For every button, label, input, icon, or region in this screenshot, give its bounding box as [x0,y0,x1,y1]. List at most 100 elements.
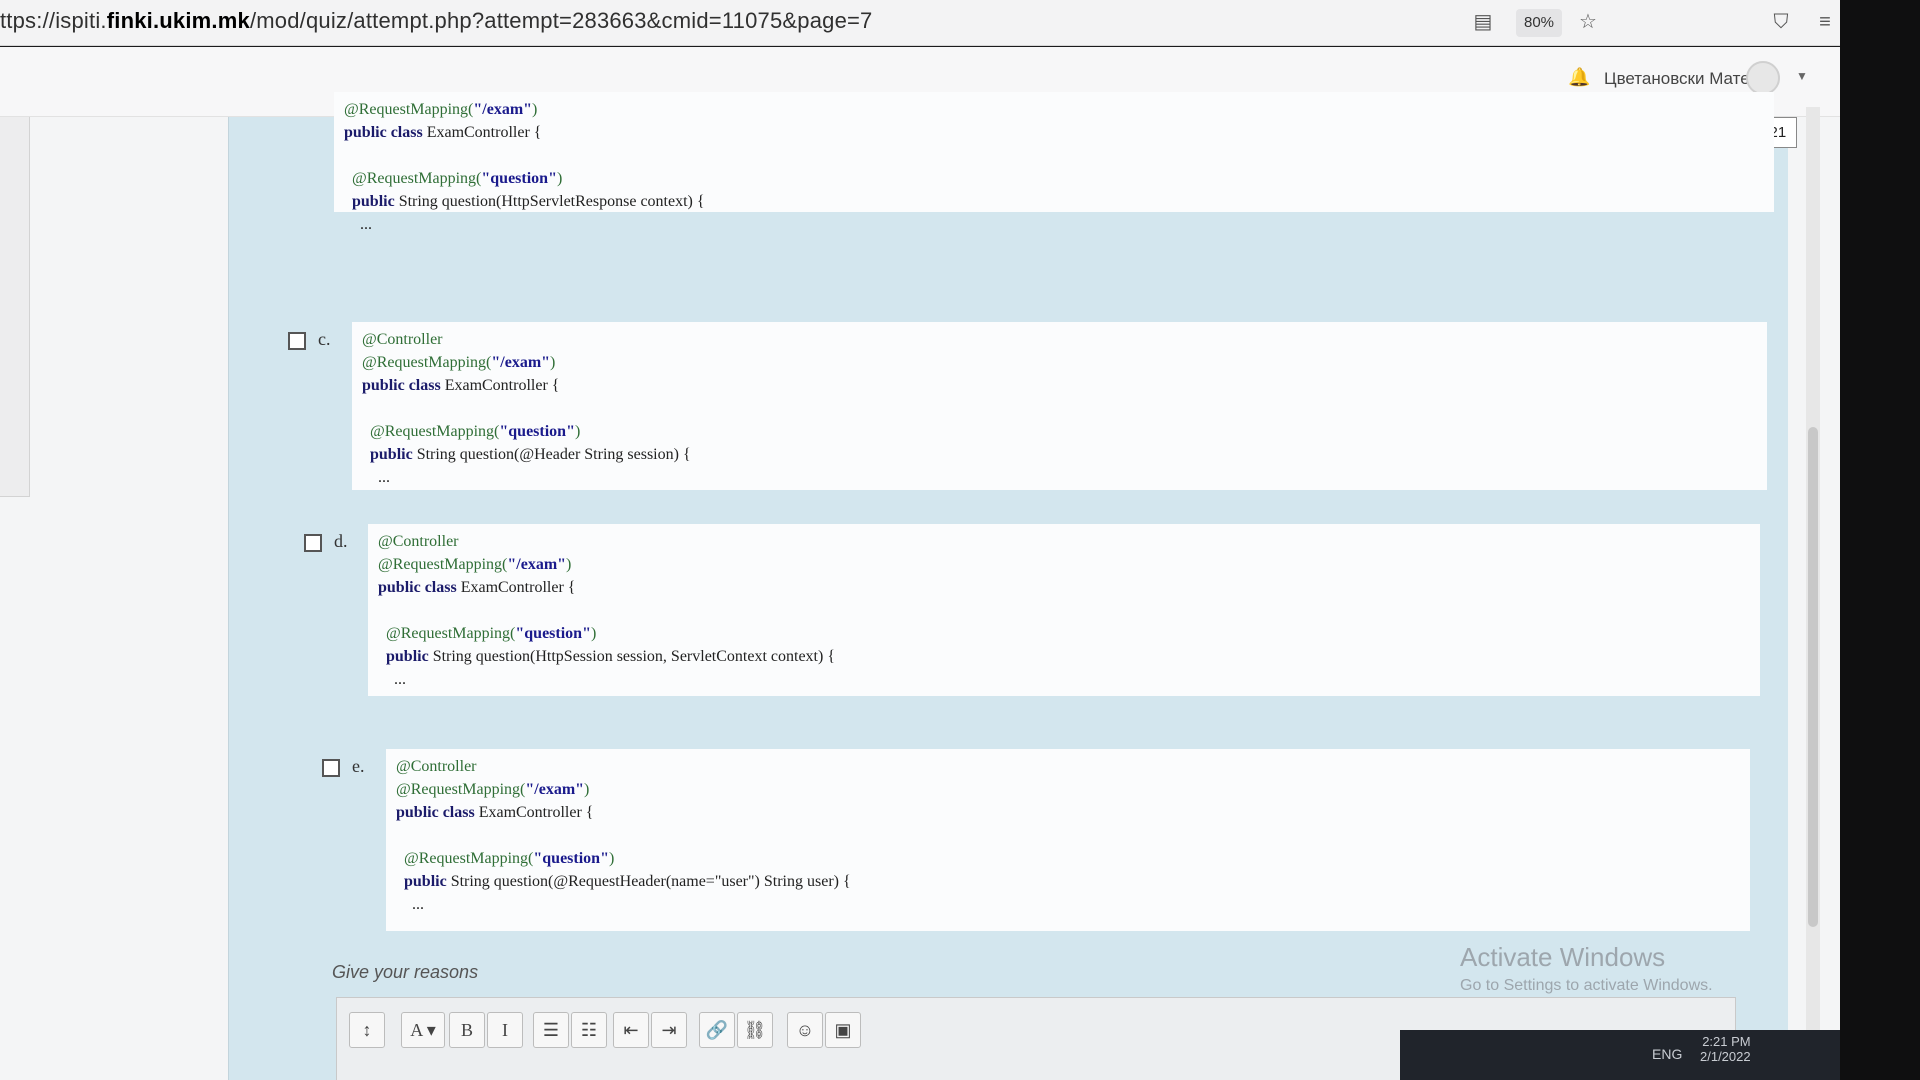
option-e-checkbox[interactable] [322,759,340,777]
code-token: ) [584,781,590,798]
code-line: public String question(@RequestHeader(na… [396,870,1740,893]
menu-icon[interactable]: ≡ [1812,9,1838,35]
code-token: "/exam" [525,781,585,798]
activate-windows-watermark: Activate Windows Go to Settings to activ… [1460,942,1713,995]
url-path: /mod/quiz/attempt.php?attempt=283663&cmi… [249,8,873,33]
code-line: public String question(@Header String se… [362,443,1757,466]
code-token: @RequestMapping( [378,556,508,573]
code-token: ... [362,469,390,486]
code-token: String question(HttpSession session, Ser… [432,648,836,665]
code-token: String question(HttpServletResponse cont… [398,193,705,210]
code-token: @RequestMapping( [396,781,526,798]
code-token: ExamController { [460,579,576,596]
reasons-label: Give your reasons [332,962,479,982]
zoom-indicator[interactable]: 80% [1516,9,1563,37]
code-line: @RequestMapping("question") [362,420,1757,443]
language-indicator[interactable]: ENG [1652,1046,1682,1062]
unordered-list-button[interactable]: ☰ [533,1012,569,1048]
code-token: @Controller [396,758,477,775]
link-button[interactable]: 🔗 [699,1012,735,1048]
code-token: @RequestMapping( [362,423,500,440]
option-b-code: @RequestMapping("/exam") public class Exa… [334,92,1774,233]
code-token: ... [344,216,372,233]
code-token: "/exam" [473,101,533,118]
page-scrollbar[interactable] [1806,107,1820,1067]
code-line: public class ExamController { [362,374,1757,397]
code-line: @Controller [362,328,1757,351]
code-token: ExamController { [426,124,542,141]
code-line [396,824,1740,847]
code-line [378,599,1750,622]
code-line: @Controller [396,755,1740,778]
code-token: String question(@Header String session) … [416,446,691,463]
code-token: ) [608,850,615,867]
page-content: 🔔 Цветановски Матеј ▼ Time left 0:33:21 … [0,47,1840,1080]
image-button[interactable]: ▣ [825,1012,861,1048]
option-d-label: d. [334,531,348,551]
expand-toolbar-button[interactable]: ↕ [349,1012,385,1048]
code-token: ) [532,101,538,118]
code-token: @RequestMapping( [378,625,516,642]
monitor-bezel [1840,0,1920,1080]
code-line: @RequestMapping("question") [344,167,1764,190]
code-line: @RequestMapping("/exam") [344,98,1764,121]
code-token: ... [378,671,406,688]
pocket-icon[interactable]: ⛉ [1768,9,1794,35]
code-token: ) [590,625,597,642]
code-line: @RequestMapping("question") [396,847,1740,870]
option-c-checkbox[interactable] [288,332,306,350]
code-line: @RequestMapping("/exam") [362,351,1757,374]
code-line: @Controller [378,530,1750,553]
user-name[interactable]: Цветановски Матеј [1604,69,1753,89]
code-token: String question(@RequestHeader(name="use… [450,873,851,890]
reader-icon[interactable]: ▤ [1470,9,1496,35]
font-color-button[interactable]: A ▾ [401,1012,445,1048]
code-token: ) [574,423,581,440]
browser-address-bar[interactable]: ttps://ispiti.finki.ukim.mk/mod/quiz/att… [0,0,1840,46]
option-d-checkbox[interactable] [304,534,322,552]
code-token: "/exam" [507,556,567,573]
code-line: public class ExamController { [396,801,1740,824]
option-e-label: e. [352,756,365,776]
italic-button[interactable]: I [487,1012,523,1048]
code-line: public class ExamController { [344,121,1764,144]
taskbar-clock[interactable]: 2:21 PM 2/1/2022 [1700,1034,1751,1064]
code-token: public class [378,579,461,596]
code-line: ... [362,466,1757,489]
code-line: @RequestMapping("question") [378,622,1750,645]
unlink-button[interactable]: ⛓ [737,1012,773,1048]
code-token: @Controller [378,533,459,550]
left-navigation-drawer [0,117,30,497]
avatar[interactable] [1746,61,1780,95]
code-token: @RequestMapping( [344,170,482,187]
code-token: "question" [533,850,609,867]
watermark-subtitle: Go to Settings to activate Windows. [1460,977,1713,994]
code-line: @RequestMapping("/exam") [378,553,1750,576]
code-line [362,397,1757,420]
indent-button[interactable]: ⇥ [651,1012,687,1048]
bell-icon[interactable]: 🔔 [1568,67,1590,89]
code-token: public [362,446,417,463]
code-line: public class ExamController { [378,576,1750,599]
star-icon[interactable]: ☆ [1575,9,1601,35]
code-line: @RequestMapping("/exam") [396,778,1740,801]
option-e-code: @Controller @RequestMapping("/exam") publi… [386,749,1750,931]
bold-button[interactable]: B [449,1012,485,1048]
code-line: public String question(HttpSession sessi… [378,645,1750,668]
code-token: "question" [515,625,591,642]
scrollbar-thumb[interactable] [1808,427,1818,927]
chevron-down-icon[interactable]: ▼ [1796,69,1808,83]
code-token: ExamController { [444,377,560,394]
windows-taskbar: ENG 2:21 PM 2/1/2022 [1400,1030,1840,1080]
watermark-title: Activate Windows [1460,942,1666,972]
code-line: ... [396,893,1740,916]
url-field[interactable]: ttps://ispiti.finki.ukim.mk/mod/quiz/att… [0,8,873,34]
code-token: public [378,648,433,665]
code-token: "question" [499,423,575,440]
ordered-list-button[interactable]: ☷ [571,1012,607,1048]
outdent-button[interactable]: ⇤ [613,1012,649,1048]
code-token: @RequestMapping( [362,354,492,371]
emoticon-button[interactable]: ☺ [787,1012,823,1048]
